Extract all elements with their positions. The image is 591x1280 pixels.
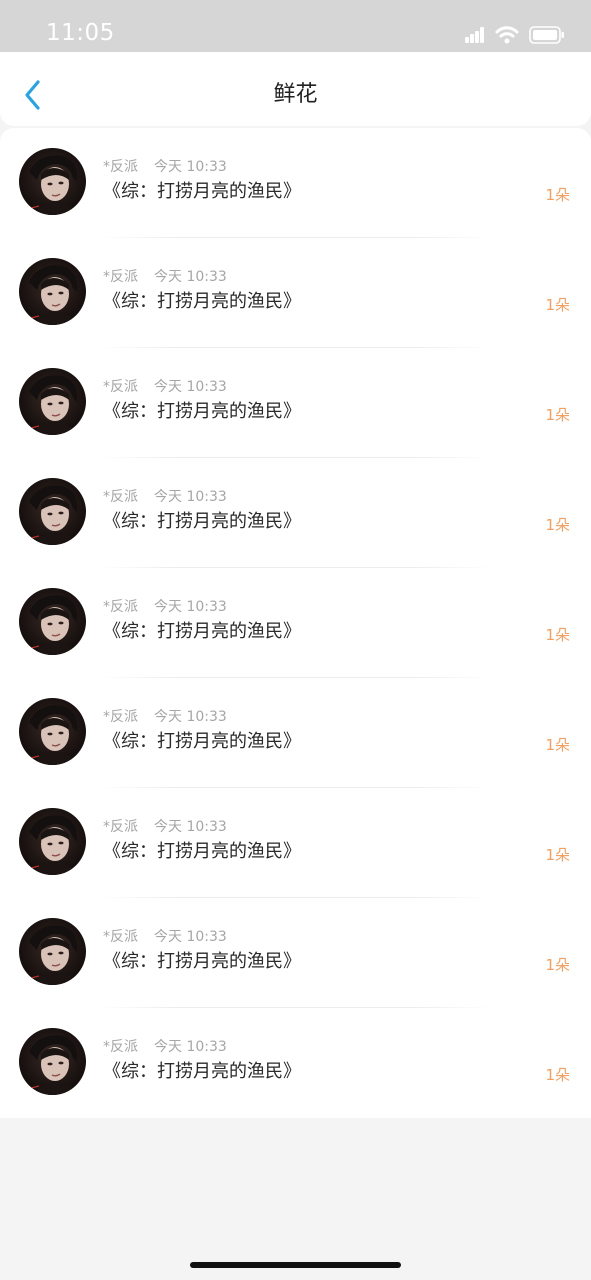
status-icons	[465, 24, 565, 46]
avatar[interactable]	[19, 368, 86, 435]
user-name: *反派	[103, 929, 138, 945]
item-meta: *反派 今天 10:33	[103, 488, 227, 506]
work-title: 《综：打捞月亮的渔民》	[103, 511, 301, 532]
page-title: 鲜花	[273, 82, 318, 107]
work-title: 《综：打捞月亮的渔民》	[103, 401, 301, 422]
item-time: 今天 10:33	[154, 929, 227, 945]
battery-icon	[529, 26, 564, 44]
home-indicator[interactable]	[190, 1262, 401, 1268]
wifi-icon	[495, 26, 519, 44]
user-name: *反派	[103, 819, 138, 835]
list-item[interactable]: *反派 今天 10:33 《综：打捞月亮的渔民》 1朵	[0, 238, 591, 348]
flower-count: 1朵	[545, 1066, 570, 1084]
signal-icon	[465, 27, 484, 43]
item-meta: *反派 今天 10:33	[103, 268, 227, 286]
flower-count: 1朵	[545, 736, 570, 754]
work-title: 《综：打捞月亮的渔民》	[103, 621, 301, 642]
list-item[interactable]: *反派 今天 10:33 《综：打捞月亮的渔民》 1朵	[0, 128, 591, 238]
item-time: 今天 10:33	[154, 379, 227, 395]
avatar[interactable]	[19, 1028, 86, 1095]
avatar-photo	[19, 478, 86, 545]
avatar[interactable]	[19, 918, 86, 985]
item-time: 今天 10:33	[154, 1039, 227, 1055]
item-time: 今天 10:33	[154, 269, 227, 285]
list-item[interactable]: *反派 今天 10:33 《综：打捞月亮的渔民》 1朵	[0, 1008, 591, 1118]
avatar[interactable]	[19, 148, 86, 215]
nav-bar: 鲜花	[0, 52, 591, 126]
status-time: 11:05	[46, 20, 115, 46]
work-title: 《综：打捞月亮的渔民》	[103, 841, 301, 862]
flower-count: 1朵	[545, 296, 570, 314]
item-meta: *反派 今天 10:33	[103, 378, 227, 396]
work-title: 《综：打捞月亮的渔民》	[103, 951, 301, 972]
item-meta: *反派 今天 10:33	[103, 928, 227, 946]
work-title: 《综：打捞月亮的渔民》	[103, 291, 301, 312]
status-bar: 11:05	[0, 0, 591, 52]
user-name: *反派	[103, 709, 138, 725]
work-title: 《综：打捞月亮的渔民》	[103, 731, 301, 752]
user-name: *反派	[103, 379, 138, 395]
item-meta: *反派 今天 10:33	[103, 708, 227, 726]
list-item[interactable]: *反派 今天 10:33 《综：打捞月亮的渔民》 1朵	[0, 348, 591, 458]
user-name: *反派	[103, 599, 138, 615]
list-item[interactable]: *反派 今天 10:33 《综：打捞月亮的渔民》 1朵	[0, 458, 591, 568]
avatar[interactable]	[19, 698, 86, 765]
avatar-photo	[19, 368, 86, 435]
flower-count: 1朵	[545, 956, 570, 974]
item-time: 今天 10:33	[154, 489, 227, 505]
avatar-photo	[19, 148, 86, 215]
avatar-photo	[19, 808, 86, 875]
flower-count: 1朵	[545, 846, 570, 864]
item-time: 今天 10:33	[154, 599, 227, 615]
user-name: *反派	[103, 489, 138, 505]
item-meta: *反派 今天 10:33	[103, 158, 227, 176]
item-meta: *反派 今天 10:33	[103, 598, 227, 616]
avatar[interactable]	[19, 258, 86, 325]
work-title: 《综：打捞月亮的渔民》	[103, 181, 301, 202]
avatar[interactable]	[19, 478, 86, 545]
avatar-photo	[19, 918, 86, 985]
work-title: 《综：打捞月亮的渔民》	[103, 1061, 301, 1082]
flower-count: 1朵	[545, 186, 570, 204]
item-time: 今天 10:33	[154, 159, 227, 175]
avatar-photo	[19, 258, 86, 325]
avatar[interactable]	[19, 588, 86, 655]
list-item[interactable]: *反派 今天 10:33 《综：打捞月亮的渔民》 1朵	[0, 898, 591, 1008]
item-time: 今天 10:33	[154, 709, 227, 725]
user-name: *反派	[103, 269, 138, 285]
avatar[interactable]	[19, 808, 86, 875]
avatar-photo	[19, 588, 86, 655]
list-item[interactable]: *反派 今天 10:33 《综：打捞月亮的渔民》 1朵	[0, 788, 591, 898]
flower-list: *反派 今天 10:33 《综：打捞月亮的渔民》 1朵 *反派 今天 10:33 《…	[0, 128, 591, 1118]
flower-count: 1朵	[545, 516, 570, 534]
flower-count: 1朵	[545, 626, 570, 644]
user-name: *反派	[103, 159, 138, 175]
item-time: 今天 10:33	[154, 819, 227, 835]
user-name: *反派	[103, 1039, 138, 1055]
avatar-photo	[19, 698, 86, 765]
list-item[interactable]: *反派 今天 10:33 《综：打捞月亮的渔民》 1朵	[0, 678, 591, 788]
avatar-photo	[19, 1028, 86, 1095]
list-item[interactable]: *反派 今天 10:33 《综：打捞月亮的渔民》 1朵	[0, 568, 591, 678]
item-meta: *反派 今天 10:33	[103, 1038, 227, 1056]
item-meta: *反派 今天 10:33	[103, 818, 227, 836]
flower-count: 1朵	[545, 406, 570, 424]
